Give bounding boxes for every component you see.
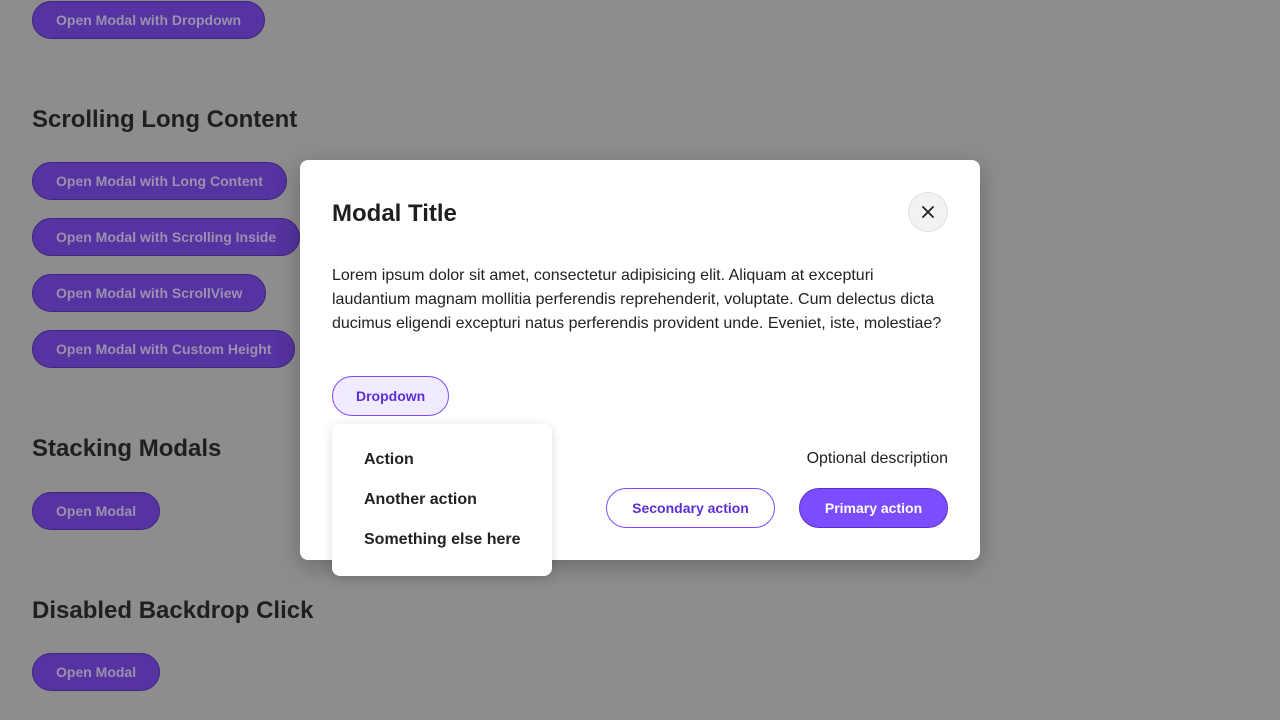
- dropdown-item-something-else[interactable]: Something else here: [364, 531, 521, 549]
- dropdown-item-another-action[interactable]: Another action: [364, 491, 477, 509]
- section-heading: Scrolling Long Content: [32, 106, 298, 133]
- open-modal-scrollview-button[interactable]: Open Modal with ScrollView: [32, 274, 267, 312]
- modal-title: Modal Title: [332, 200, 457, 227]
- dropdown-button[interactable]: Dropdown: [332, 376, 450, 416]
- open-stacking-modal-button[interactable]: Open Modal: [32, 492, 161, 530]
- dropdown-item-action[interactable]: Action: [364, 451, 414, 469]
- section-heading: Stacking Modals: [32, 435, 222, 462]
- open-modal-long-content-button[interactable]: Open Modal with Long Content: [32, 162, 287, 200]
- modal-body-text: Lorem ipsum dolor sit amet, consectetur …: [332, 267, 942, 332]
- open-disabled-backdrop-modal-button[interactable]: Open Modal: [32, 653, 161, 691]
- primary-action-button[interactable]: Primary action: [799, 488, 948, 528]
- open-modal-dropdown-button[interactable]: Open Modal with Dropdown: [32, 1, 266, 39]
- open-modal-scrolling-inside-button[interactable]: Open Modal with Scrolling Inside: [32, 218, 301, 256]
- close-button[interactable]: [908, 192, 948, 232]
- close-icon: [922, 206, 934, 218]
- dropdown-menu: Action Another action Something else her…: [332, 424, 552, 576]
- open-modal-custom-height-button[interactable]: Open Modal with Custom Height: [32, 330, 296, 368]
- optional-description: Optional description: [806, 450, 948, 467]
- secondary-action-button[interactable]: Secondary action: [606, 488, 775, 528]
- section-heading: Disabled Backdrop Click: [32, 597, 314, 624]
